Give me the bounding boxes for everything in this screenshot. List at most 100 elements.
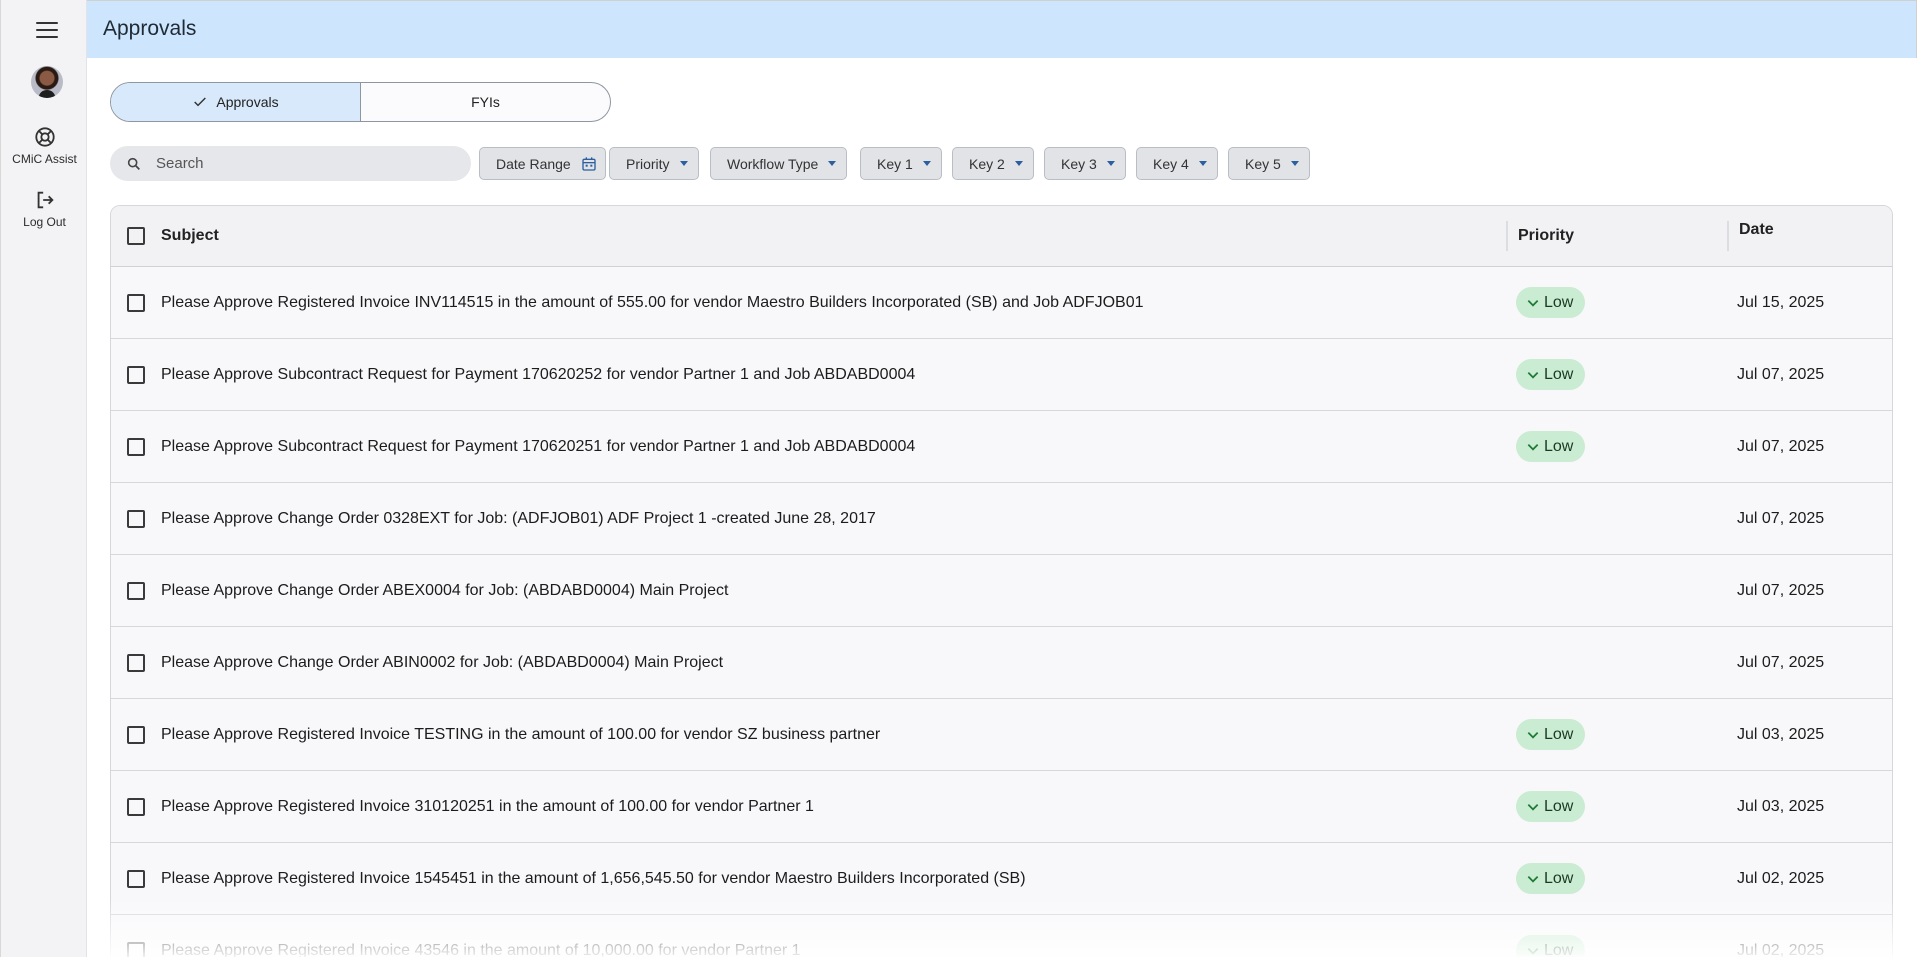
tab-fyis-label: FYIs [471,94,500,110]
priority-badge: Low [1516,863,1586,894]
table-row[interactable]: Please Approve Registered Invoice 43546 … [111,915,1892,957]
row-checkbox[interactable] [127,725,145,744]
row-date: Jul 07, 2025 [1737,365,1825,383]
column-header-date[interactable]: Date [1727,221,1892,251]
page-title: Approvals [103,17,197,40]
priority-label: Low [1544,293,1574,311]
priority-label: Low [1544,725,1574,743]
filter-key-2[interactable]: Key 2 [952,147,1034,180]
chevron-down-icon [1527,875,1539,883]
chevron-down-icon [679,161,688,166]
row-subject: Please Approve Registered Invoice 310120… [161,797,814,815]
row-subject: Please Approve Change Order 0328EXT for … [161,509,876,527]
row-date: Jul 07, 2025 [1737,653,1825,671]
chevron-down-icon [922,161,931,166]
row-checkbox[interactable] [127,293,145,312]
table-row[interactable]: Please Approve Change Order 0328EXT for … [111,483,1892,555]
filter-key-4-label: Key 4 [1153,155,1189,172]
row-subject: Please Approve Change Order ABEX0004 for… [161,581,729,599]
row-date: Jul 02, 2025 [1737,941,1825,957]
filter-key-2-label: Key 2 [969,155,1005,172]
row-checkbox[interactable] [127,941,145,957]
avatar[interactable] [31,66,63,98]
row-checkbox[interactable] [127,365,145,384]
lifebuoy-icon [34,127,55,147]
cmic-assist-label: CMiC Assist [12,152,77,166]
row-checkbox[interactable] [127,869,145,888]
search-icon [127,157,140,170]
row-subject: Please Approve Registered Invoice 154545… [161,869,1026,887]
column-header-subject[interactable]: Subject [161,227,1506,245]
chevron-down-icon [828,161,837,166]
chevron-down-icon [1198,161,1207,166]
row-date: Jul 03, 2025 [1737,797,1825,815]
filter-priority-label: Priority [626,155,670,172]
column-header-priority[interactable]: Priority [1506,221,1727,251]
filter-key-1[interactable]: Key 1 [860,147,942,180]
table-row[interactable]: Please Approve Registered Invoice 310120… [111,771,1892,843]
row-subject: Please Approve Registered Invoice 43546 … [161,941,801,957]
tab-approvals[interactable]: Approvals [111,83,361,121]
cmic-assist-button[interactable]: CMiC Assist [1,126,88,166]
table-row[interactable]: Please Approve Subcontract Request for P… [111,339,1892,411]
priority-badge: Low [1516,719,1586,750]
filter-key-5[interactable]: Key 5 [1228,147,1310,180]
table-row[interactable]: Please Approve Change Order ABEX0004 for… [111,555,1892,627]
row-date: Jul 15, 2025 [1737,293,1825,311]
header-bar: Approvals [87,0,1917,58]
filter-workflow-type[interactable]: Workflow Type [710,147,848,180]
row-subject: Please Approve Change Order ABIN0002 for… [161,653,724,671]
chevron-down-icon [1527,443,1539,451]
row-checkbox[interactable] [127,581,145,600]
table-row[interactable]: Please Approve Registered Invoice TESTIN… [111,699,1892,771]
search-box [110,146,471,181]
filter-date-range-label: Date Range [496,155,571,172]
row-date: Jul 02, 2025 [1737,869,1825,887]
row-date: Jul 07, 2025 [1737,437,1825,455]
row-subject: Please Approve Subcontract Request for P… [161,437,916,455]
row-subject: Please Approve Registered Invoice INV114… [161,293,1144,311]
priority-label: Low [1544,437,1574,455]
logout-label: Log Out [23,215,66,229]
priority-label: Low [1544,869,1574,887]
table-row[interactable]: Please Approve Registered Invoice INV114… [111,267,1892,339]
chevron-down-icon [1527,803,1539,811]
filter-key-3-label: Key 3 [1061,155,1097,172]
row-checkbox[interactable] [127,653,145,672]
row-date: Jul 07, 2025 [1737,581,1825,599]
row-checkbox[interactable] [127,797,145,816]
logout-icon [37,191,54,209]
tab-approvals-label: Approvals [216,94,279,110]
chevron-down-icon [1106,161,1115,166]
priority-badge: Low [1516,431,1586,462]
priority-label: Low [1544,941,1574,957]
filter-key-3[interactable]: Key 3 [1044,147,1126,180]
select-all-checkbox[interactable] [127,227,145,245]
priority-label: Low [1544,797,1574,815]
table-row[interactable]: Please Approve Registered Invoice 154545… [111,843,1892,915]
row-checkbox[interactable] [127,437,145,456]
chevron-down-icon [1527,371,1539,379]
table-header: Subject Priority Date [111,206,1892,267]
chevron-down-icon [1014,161,1023,166]
table-row[interactable]: Please Approve Change Order ABIN0002 for… [111,627,1892,699]
view-toggle: Approvals FYIs [110,82,611,122]
approvals-table: Subject Priority Date Please Approve Reg… [110,205,1893,957]
row-subject: Please Approve Registered Invoice TESTIN… [161,725,881,743]
filter-key-5-label: Key 5 [1245,155,1281,172]
filter-key-4[interactable]: Key 4 [1136,147,1218,180]
search-input[interactable] [156,155,456,172]
tab-fyis[interactable]: FYIs [361,83,610,121]
logout-button[interactable]: Log Out [1,189,88,229]
table-row[interactable]: Please Approve Subcontract Request for P… [111,411,1892,483]
row-subject: Please Approve Subcontract Request for P… [161,365,916,383]
chevron-down-icon [1290,161,1299,166]
row-checkbox[interactable] [127,509,145,528]
filter-key-1-label: Key 1 [877,155,913,172]
filter-date-range[interactable]: Date Range [479,147,606,180]
side-rail: CMiC Assist Log Out [0,0,87,957]
priority-badge: Low [1516,791,1586,822]
hamburger-menu-icon[interactable] [34,19,60,41]
filter-priority[interactable]: Priority [609,147,699,180]
priority-badge: Low [1516,935,1586,957]
